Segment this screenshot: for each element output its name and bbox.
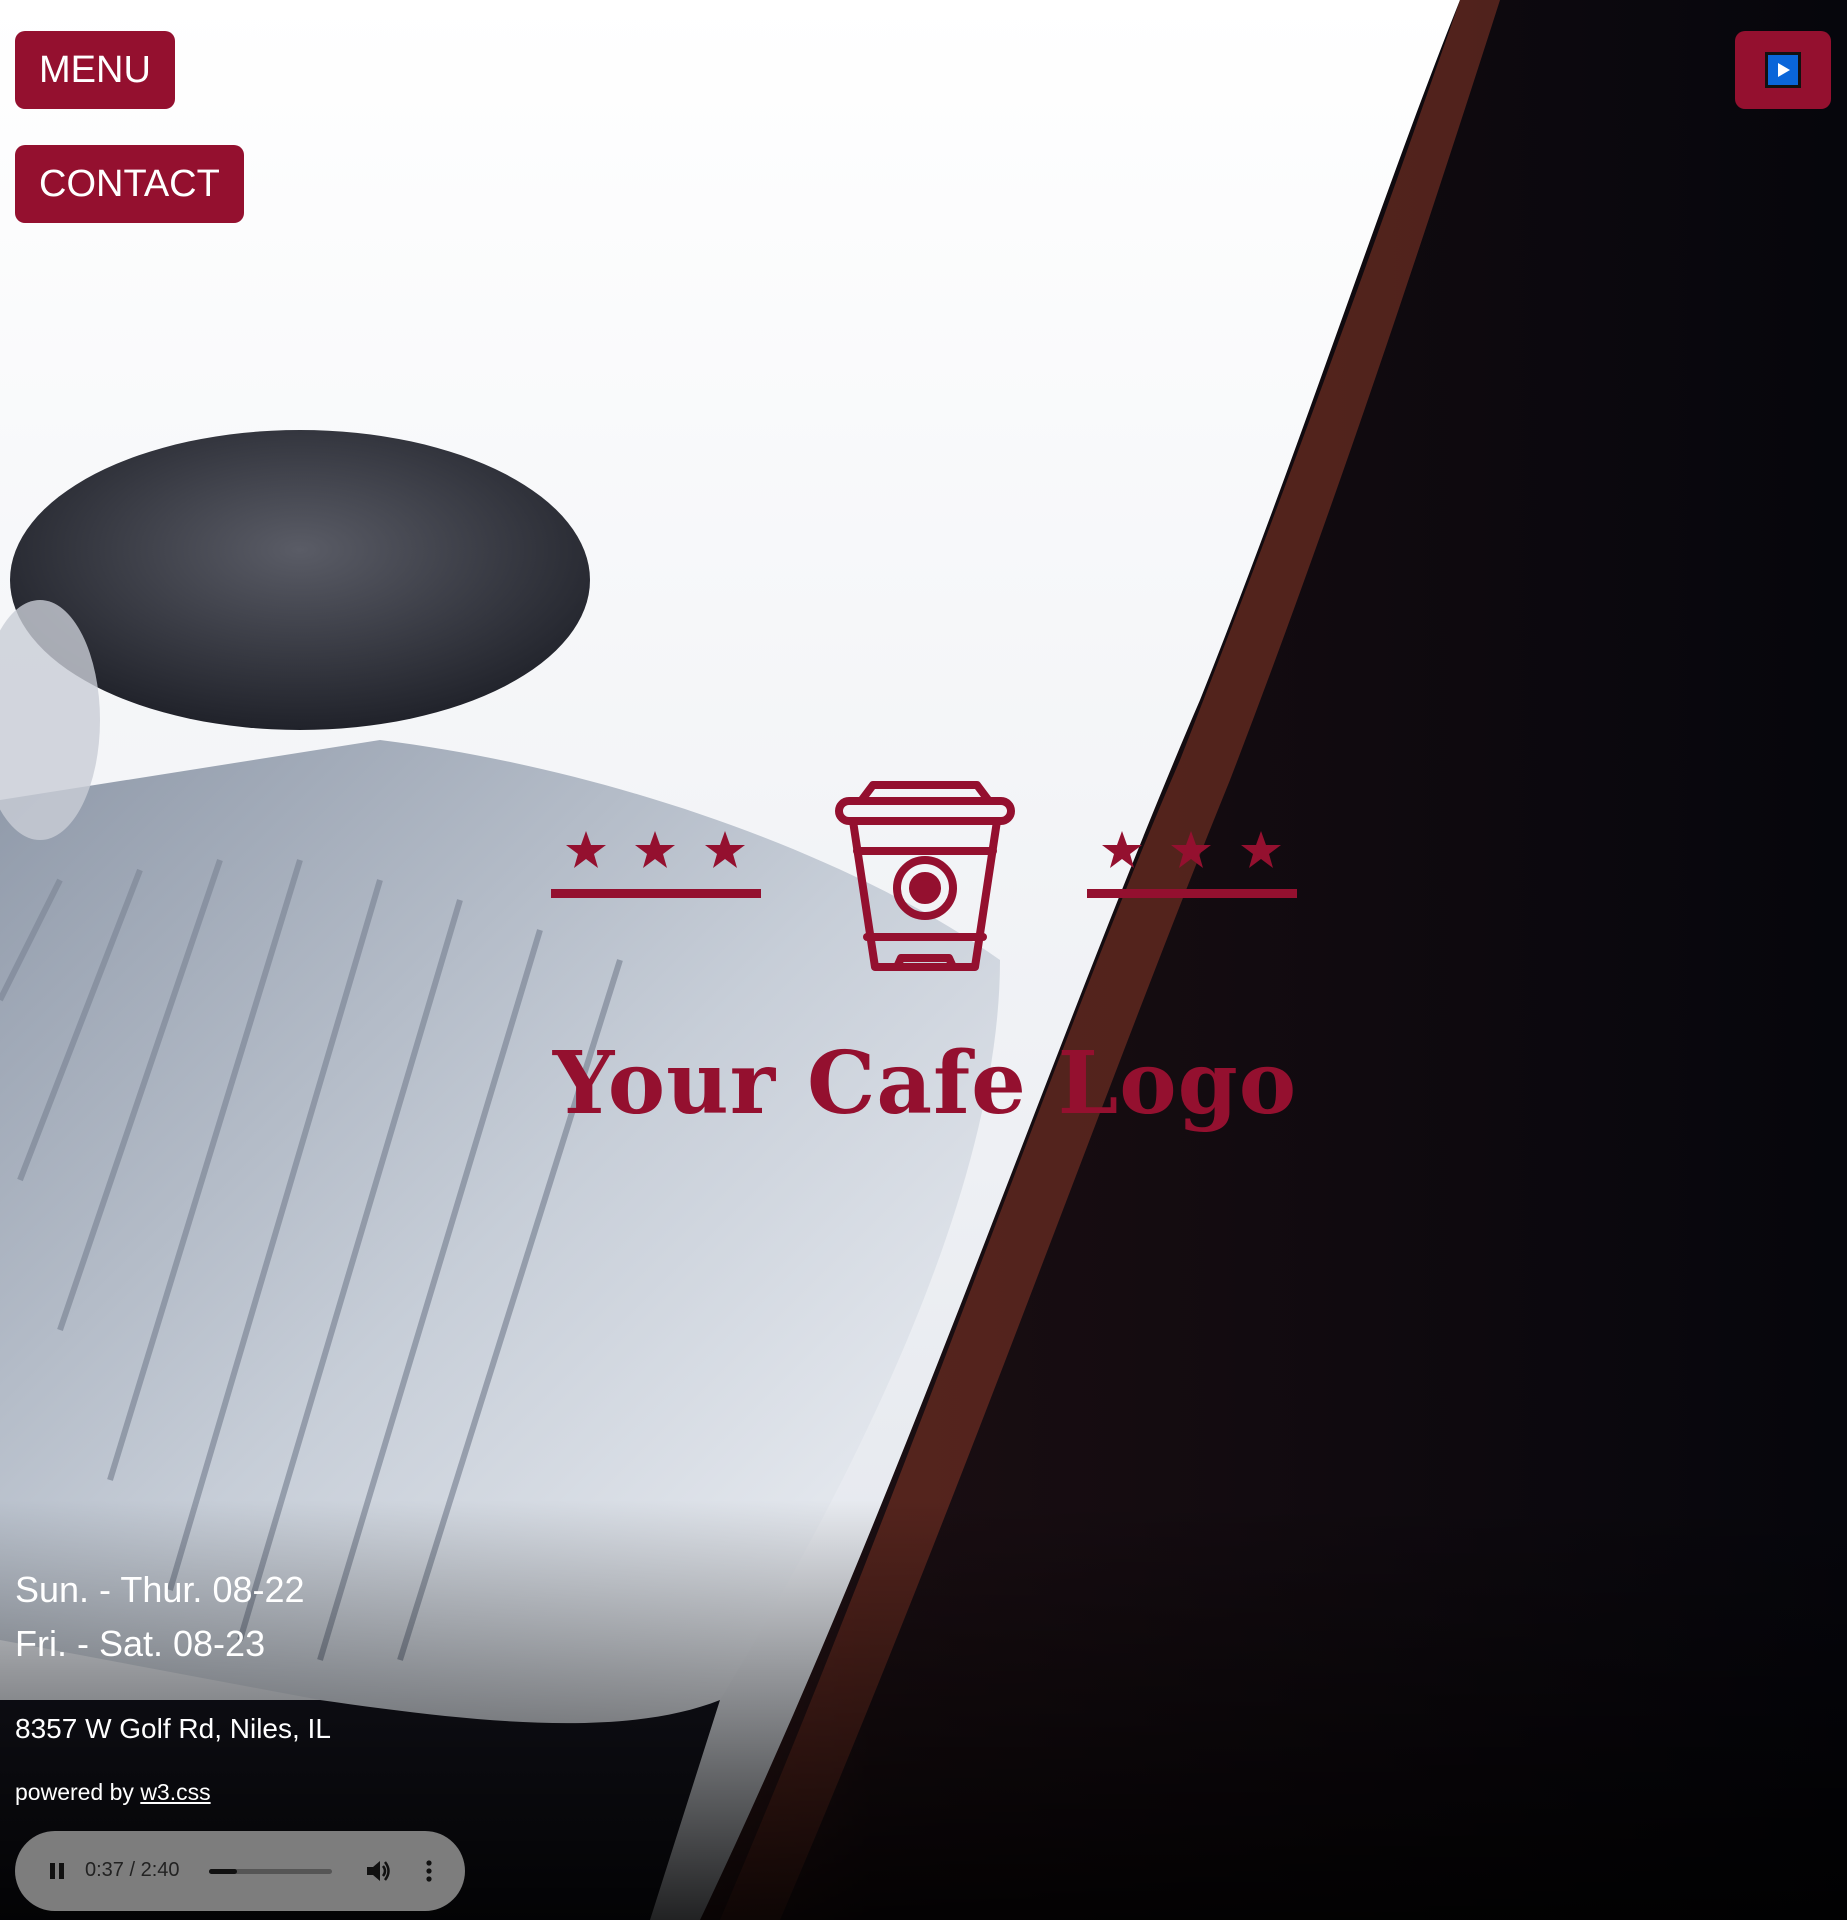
- menu-button[interactable]: MENU: [15, 31, 175, 109]
- audio-player[interactable]: 0:37 / 2:40: [15, 1831, 465, 1911]
- volume-icon[interactable]: [363, 1856, 393, 1886]
- contact-button[interactable]: CONTACT: [15, 145, 244, 223]
- powered-by: powered by w3.css: [15, 1779, 211, 1806]
- audio-progress-bar[interactable]: [209, 1869, 332, 1874]
- logo-graphic: [551, 781, 1297, 971]
- pause-icon[interactable]: [45, 1859, 69, 1883]
- coffee-cup-icon: [835, 781, 1015, 971]
- hours-weekday: Sun. - Thur. 08-22: [15, 1569, 305, 1610]
- play-music-button[interactable]: [1735, 31, 1831, 109]
- page: MENU CONTACT Your Cafe Logo Sun. - Thur.…: [0, 0, 1847, 1920]
- w3css-link[interactable]: w3.css: [140, 1779, 210, 1805]
- play-icon: [1765, 52, 1801, 88]
- address-text: 8357 W Golf Rd, Niles, IL: [15, 1713, 331, 1744]
- hours-weekend: Fri. - Sat. 08-23: [15, 1623, 266, 1664]
- audio-progress-fill: [209, 1869, 238, 1874]
- powered-by-label: powered by: [15, 1779, 141, 1805]
- more-options-icon[interactable]: [423, 1856, 435, 1886]
- cafe-logo: Your Cafe Logo: [545, 775, 1305, 1155]
- audio-time: 0:37 / 2:40: [85, 1859, 180, 1881]
- left-stars-icon: [551, 831, 761, 898]
- logo-text: Your Cafe Logo: [552, 1033, 1298, 1134]
- right-stars-icon: [1087, 831, 1297, 898]
